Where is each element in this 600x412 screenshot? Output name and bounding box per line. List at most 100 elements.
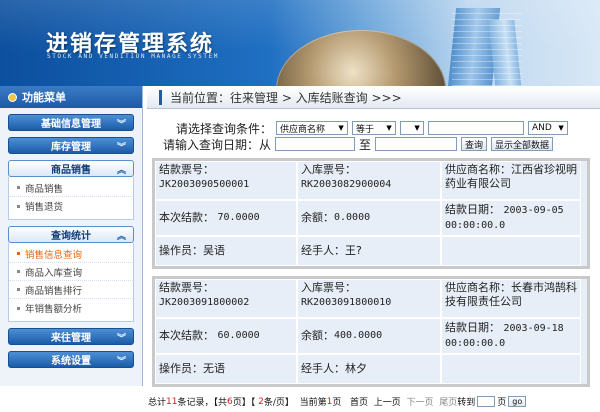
settle-no-label: 结款票号： xyxy=(159,281,214,294)
sidebar: 功能菜单 基础信息管理 ︾ 库存管理 ︾ 商品销售 ︽ 商品销售 销售退货 查询… xyxy=(0,86,143,386)
next-page-link[interactable]: 下一页 xyxy=(406,395,433,408)
sidebar-item-label: 商品销售排行 xyxy=(25,285,83,297)
search-form: 请选择查询条件： 供应商名称 ▼ 等于 ▼ ▼ AND ▼ 请输入查询日期：从 至 查… xyxy=(160,120,590,152)
menu-button-label: 查询统计 xyxy=(51,231,91,242)
date-label: 请输入查询日期：从 xyxy=(163,137,272,152)
stock-no-value: RK2003082900004 xyxy=(301,179,392,190)
goto-page-input[interactable] xyxy=(477,396,496,407)
breadcrumb-text: 当前位置：往来管理 > 入库结账查询 >>> xyxy=(170,91,402,105)
pager-text: 页 xyxy=(332,398,342,408)
menu-button-label: 来往管理 xyxy=(51,333,91,344)
sidebar-item-label: 销售信息查询 xyxy=(25,249,83,261)
amount-cell: 本次结款： 60.0000 xyxy=(155,318,297,354)
sidebar-item-label: 年销售额分析 xyxy=(25,304,83,315)
balance-value: 0.0000 xyxy=(334,212,371,223)
sidebar-item-sales-query[interactable]: 销售信息查询 xyxy=(9,245,133,263)
sidebar-item-sales-return[interactable]: 销售退货 xyxy=(9,197,133,215)
prev-page-link[interactable]: 上一页 xyxy=(374,395,401,408)
dropdown-arrow-icon: ▼ xyxy=(338,124,344,132)
balance-cell: 余额： 0.0000 xyxy=(297,200,441,236)
menu-group-contacts: 来往管理 ︾ xyxy=(8,328,134,345)
go-button[interactable]: go xyxy=(508,396,527,407)
stock-no-value: RK2003091800010 xyxy=(301,297,392,308)
menu-group-stock: 库存管理 ︾ xyxy=(8,137,134,154)
record-table: 结款票号： JK2003091800002 入库票号： RK200309180001… xyxy=(152,276,590,387)
balance-value: 400.0000 xyxy=(334,330,383,341)
menu-group-sales: 商品销售 ︽ 商品销售 销售退货 xyxy=(8,160,134,220)
sidebar-item-stock-query[interactable]: 商品入库查询 xyxy=(9,263,133,281)
menu-group-query: 查询统计 ︽ 销售信息查询 商品入库查询 商品销售排行 年销售额分析 xyxy=(8,226,134,322)
menu-button-contacts[interactable]: 来往管理 ︾ xyxy=(8,328,134,345)
sidebar-item-annual-analysis[interactable]: 年销售额分析 xyxy=(9,299,133,317)
pager-text: 条/页】 xyxy=(263,398,294,408)
operator-label: 操作员： xyxy=(159,244,203,257)
field-select-value: 供应商名称 xyxy=(280,124,326,135)
balance-label: 余额： xyxy=(301,329,334,342)
sidebar-item-label: 商品入库查询 xyxy=(25,267,83,279)
date-label: 结款日期： xyxy=(445,321,500,334)
first-page-link[interactable]: 首页 xyxy=(350,395,368,408)
search-value-input[interactable] xyxy=(428,121,525,135)
logic-select-value: AND xyxy=(532,123,552,133)
handler-cell: 经手人： 林夕 xyxy=(297,354,441,384)
supplier-cell: 供应商名称：江西省珍视明药业有限公司 xyxy=(441,161,581,200)
amount-label: 本次结款： xyxy=(159,329,214,342)
field-select[interactable]: 供应商名称 ▼ xyxy=(276,121,349,135)
dropdown-arrow-icon: ▼ xyxy=(558,124,564,132)
settle-no-cell: 结款票号： JK2003091800002 xyxy=(155,279,297,318)
sidebar-item-label: 商品销售 xyxy=(25,183,64,195)
supplier-label: 供应商名称： xyxy=(445,281,511,294)
chevron-down-icon: ︾ xyxy=(116,143,126,153)
amount-value: 60.0000 xyxy=(217,330,260,341)
stock-no-label: 入库票号： xyxy=(301,281,356,294)
record-table: 结款票号： JK2003090500001 入库票号： RK200308290000… xyxy=(152,158,590,269)
operator-cell: 操作员： 吴语 xyxy=(155,236,297,266)
menu-button-sales[interactable]: 商品销售 ︽ xyxy=(8,160,134,177)
bullet-icon xyxy=(17,270,20,273)
menu-button-query[interactable]: 查询统计 ︽ xyxy=(8,226,134,243)
breadcrumb: 当前位置：往来管理 > 入库结账查询 >>> xyxy=(147,87,600,109)
search-date-row: 请输入查询日期：从 至 查询 显示全部数据 xyxy=(160,136,590,152)
settle-no-value: JK2003090500001 xyxy=(159,179,250,190)
pagination: 总计 11 条记录，【共 6 页】【 2 条/页】 当前第 1 页 首页 上一页 下一页 尾页… xyxy=(148,395,600,408)
dropdown-arrow-icon: ▼ xyxy=(386,124,392,132)
pager-text: 当前第 xyxy=(299,398,327,408)
stock-no-cell: 入库票号： RK2003082900004 xyxy=(297,161,441,200)
empty-cell xyxy=(441,354,581,384)
breadcrumb-marker xyxy=(159,90,162,105)
stock-no-cell: 入库票号： RK2003091800010 xyxy=(297,279,441,318)
date-from-input[interactable] xyxy=(275,137,356,151)
menu-button-label: 库存管理 xyxy=(51,142,91,153)
query-button[interactable]: 查询 xyxy=(461,137,488,151)
search-condition-row: 请选择查询条件： 供应商名称 ▼ 等于 ▼ ▼ AND ▼ xyxy=(160,120,590,136)
record-grid: 结款票号： JK2003091800002 入库票号： RK200309180001… xyxy=(155,279,587,384)
extra-select[interactable]: ▼ xyxy=(400,121,425,135)
supplier-label: 供应商名称： xyxy=(445,163,511,176)
menu-header: 功能菜单 xyxy=(0,86,142,108)
handler-label: 经手人： xyxy=(301,244,345,257)
menu-button-basic-info[interactable]: 基础信息管理 ︾ xyxy=(8,114,134,131)
menu-button-settings[interactable]: 系统设置 ︾ xyxy=(8,351,134,368)
sidebar-item-sales-ranking[interactable]: 商品销售排行 xyxy=(9,281,133,299)
sidebar-item-sales[interactable]: 商品销售 xyxy=(9,179,133,197)
submenu-query: 销售信息查询 商品入库查询 商品销售排行 年销售额分析 xyxy=(8,243,134,322)
menu-title: 功能菜单 xyxy=(22,91,66,104)
operator-select[interactable]: 等于 ▼ xyxy=(352,121,397,135)
settle-no-cell: 结款票号： JK2003090500001 xyxy=(155,161,297,200)
menu-button-stock[interactable]: 库存管理 ︾ xyxy=(8,137,134,154)
show-all-button[interactable]: 显示全部数据 xyxy=(491,137,554,151)
date-to-input[interactable] xyxy=(375,137,458,151)
supplier-cell: 供应商名称：长春市鸿鹄科技有限责任公司 xyxy=(441,279,581,318)
operator-value: 吴语 xyxy=(203,244,225,257)
menu-button-label: 基础信息管理 xyxy=(41,119,101,130)
chevron-up-icon: ︽ xyxy=(116,232,126,242)
handler-cell: 经手人： 王? xyxy=(297,236,441,266)
pager-text: 总计 xyxy=(148,398,167,408)
logic-select[interactable]: AND ▼ xyxy=(528,121,569,135)
record-grid: 结款票号： JK2003090500001 入库票号： RK200308290000… xyxy=(155,161,587,266)
dropdown-arrow-icon: ▼ xyxy=(414,124,420,132)
handler-label: 经手人： xyxy=(301,362,345,375)
last-page-link[interactable]: 尾页 xyxy=(439,395,457,408)
date-label: 结款日期： xyxy=(445,203,500,216)
app-subtitle: STOCK AND VENDITION MANAGE SYSTEM xyxy=(47,53,220,60)
